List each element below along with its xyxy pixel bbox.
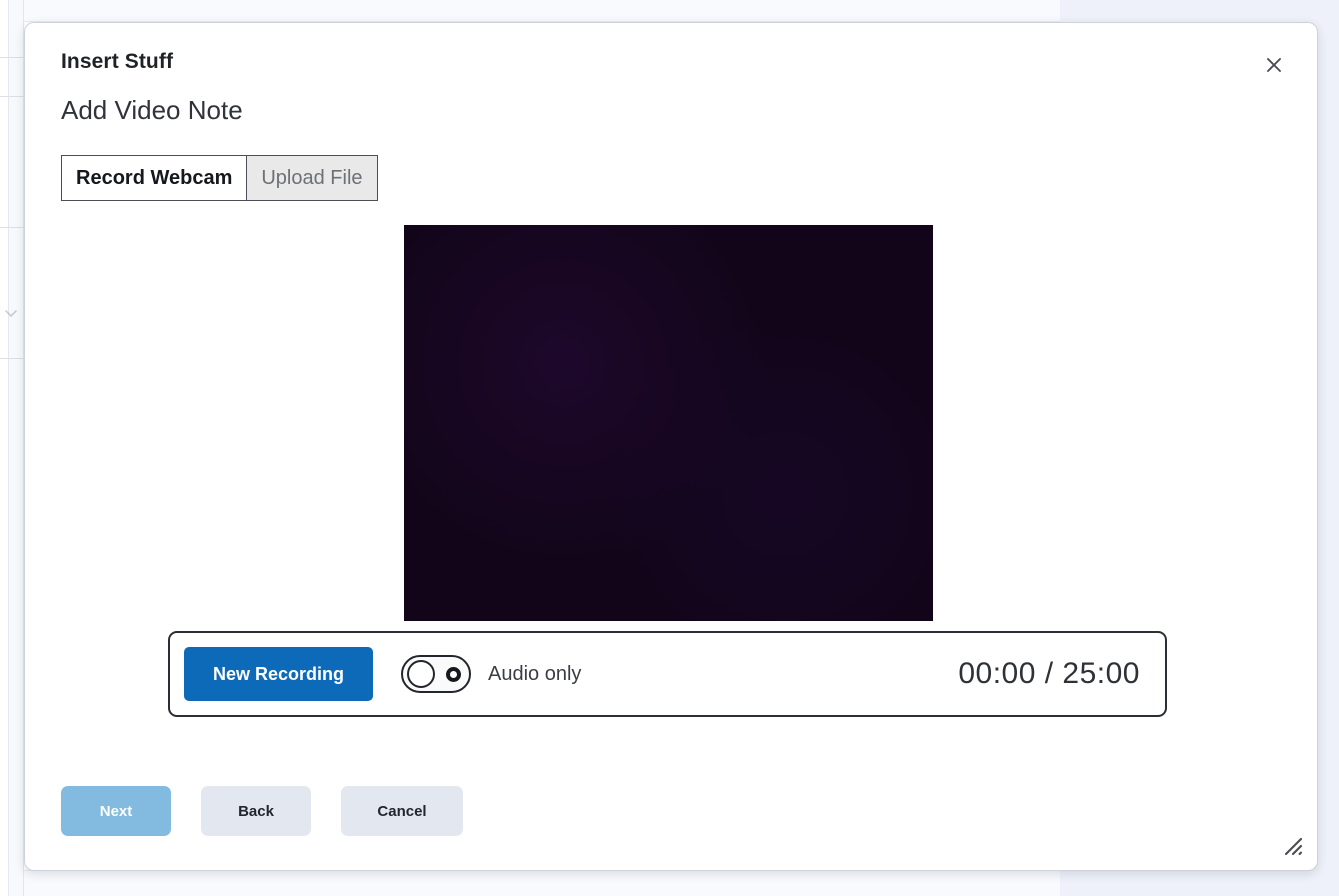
chevron-down-icon[interactable] xyxy=(3,306,19,320)
back-button[interactable]: Back xyxy=(201,786,311,836)
close-button[interactable] xyxy=(1257,49,1291,83)
audio-only-control: Audio only xyxy=(401,655,581,693)
background-right-block-top xyxy=(1060,0,1311,22)
dialog-title: Insert Stuff xyxy=(61,50,174,73)
tab-record-webcam-label: Record Webcam xyxy=(76,166,233,189)
dialog-footer: Next Back Cancel xyxy=(61,786,463,836)
cancel-button[interactable]: Cancel xyxy=(341,786,463,836)
background-left-rail-inner xyxy=(0,0,9,896)
dialog-subtitle: Add Video Note xyxy=(61,95,243,125)
resize-grip-icon[interactable] xyxy=(1283,836,1303,856)
background-bottom-strip xyxy=(24,870,1060,896)
next-button[interactable]: Next xyxy=(61,786,171,836)
background-divider-4 xyxy=(0,358,24,359)
audio-only-toggle[interactable] xyxy=(401,655,471,693)
recording-timer: 00:00 / 25:00 xyxy=(958,657,1140,690)
webcam-video-preview[interactable] xyxy=(404,225,933,621)
insert-stuff-dialog: Insert Stuff Add Video Note Record Webca… xyxy=(24,22,1318,871)
tab-record-webcam[interactable]: Record Webcam xyxy=(61,155,247,201)
background-divider-3 xyxy=(0,227,24,228)
tab-upload-file[interactable]: Upload File xyxy=(246,155,378,201)
background-left-rail xyxy=(0,0,24,896)
recording-control-bar: New Recording Audio only 00:00 / 25:00 xyxy=(168,631,1167,717)
toggle-knob-icon xyxy=(407,660,435,688)
new-recording-button[interactable]: New Recording xyxy=(184,647,373,701)
source-tabs: Record Webcam Upload File xyxy=(61,155,378,201)
tab-upload-file-label: Upload File xyxy=(261,166,363,189)
close-icon xyxy=(1264,55,1284,78)
audio-only-label: Audio only xyxy=(488,662,582,685)
toggle-indicator-icon xyxy=(446,667,461,682)
background-divider-1 xyxy=(0,57,24,58)
background-divider-2 xyxy=(0,96,24,97)
background-top-strip xyxy=(24,0,1060,22)
